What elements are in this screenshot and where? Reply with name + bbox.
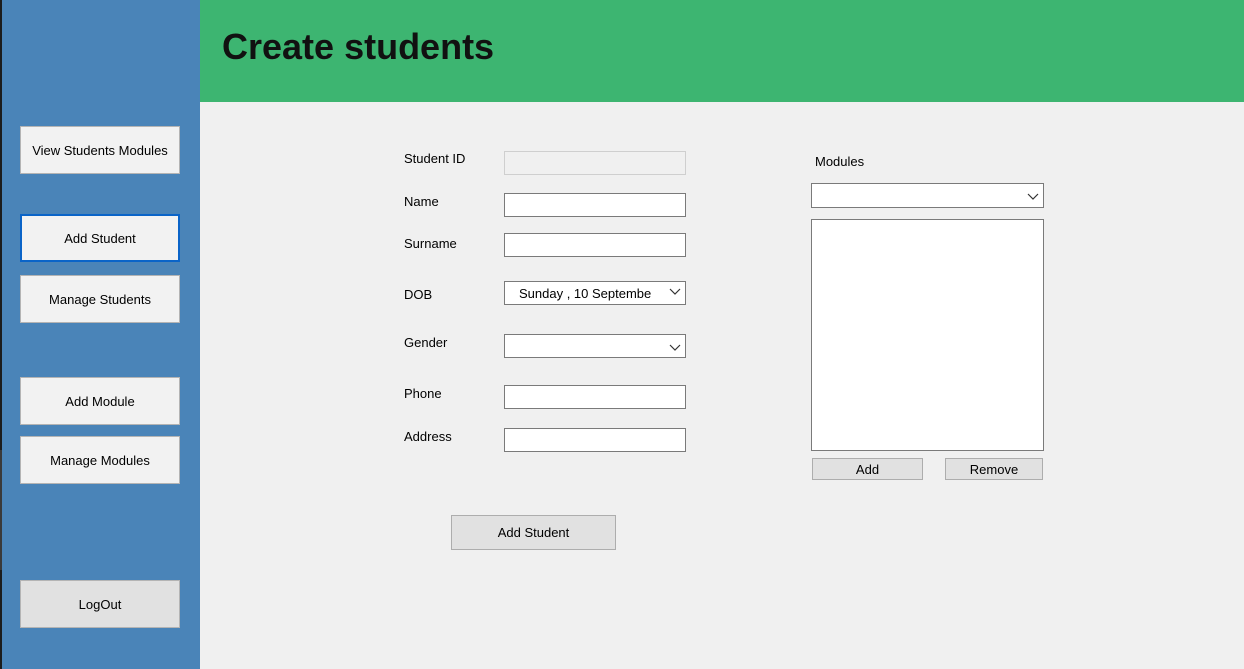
gender-label: Gender [404, 335, 448, 350]
page-title: Create students [222, 26, 495, 67]
add-module-to-student-button[interactable]: Add [812, 458, 923, 480]
chevron-down-icon [1027, 193, 1039, 200]
manage-modules-button[interactable]: Manage Modules [20, 436, 180, 484]
dob-value: Sunday , 10 Septembe [519, 286, 652, 301]
student-id-field[interactable] [504, 151, 686, 175]
logout-button[interactable]: LogOut [20, 580, 180, 628]
page-header: Create students [200, 0, 1244, 102]
surname-field[interactable] [504, 233, 686, 257]
modules-listbox[interactable] [811, 219, 1044, 451]
add-student-submit-button[interactable]: Add Student [451, 515, 616, 550]
add-module-button[interactable]: Add Module [20, 377, 180, 425]
chevron-down-icon [669, 344, 681, 351]
manage-students-button[interactable]: Manage Students [20, 275, 180, 323]
chevron-down-icon [669, 288, 681, 295]
modules-label: Modules [815, 154, 865, 169]
student-id-label: Student ID [404, 151, 466, 166]
address-field[interactable] [504, 428, 686, 452]
dob-date-picker[interactable]: Sunday , 10 Septembe [504, 281, 686, 305]
add-student-nav-button[interactable]: Add Student [20, 214, 180, 262]
view-students-modules-button[interactable]: View Students Modules [20, 126, 180, 174]
name-field[interactable] [504, 193, 686, 217]
modules-select[interactable] [811, 183, 1044, 208]
phone-field[interactable] [504, 385, 686, 409]
address-label: Address [404, 429, 452, 444]
gender-select[interactable] [504, 334, 686, 358]
phone-label: Phone [404, 386, 442, 401]
dob-label: DOB [404, 287, 433, 302]
surname-label: Surname [404, 236, 457, 251]
name-label: Name [404, 194, 439, 209]
remove-module-button[interactable]: Remove [945, 458, 1043, 480]
sidebar: View Students Modules Add Student Manage… [2, 0, 200, 669]
